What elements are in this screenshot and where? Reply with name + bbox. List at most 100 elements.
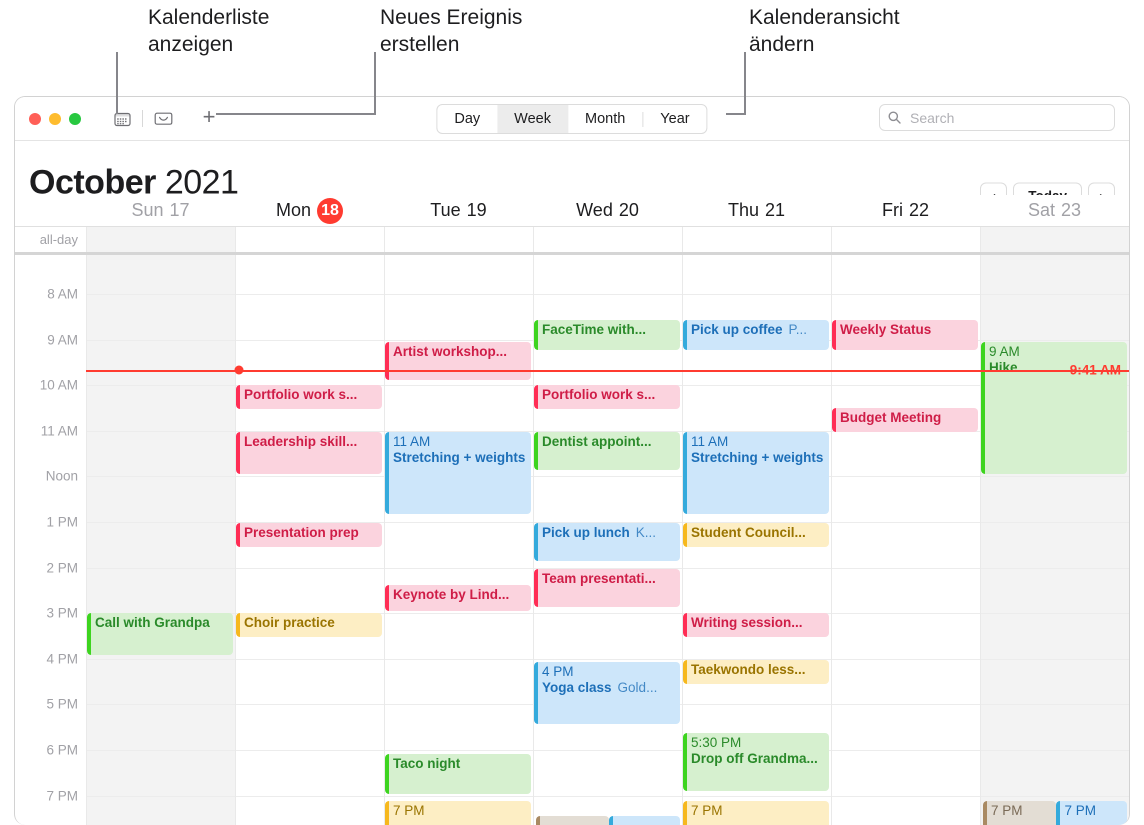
hour-label: 8 AM: [47, 286, 78, 302]
day-header-mon[interactable]: Mon 18: [235, 195, 384, 226]
tab-day[interactable]: Day: [437, 105, 497, 133]
time-grid[interactable]: 8 AM 9 AM 10 AM 11 AM Noon 1 PM 2 PM 3 PM 4 PM 5 …: [15, 255, 1129, 825]
all-day-cell-wed[interactable]: [533, 227, 682, 252]
hour-gridline: [385, 658, 533, 660]
calendar-event[interactable]: Call with Grandpa: [87, 613, 233, 655]
event-color-bar: [534, 569, 538, 607]
event-color-bar: [683, 523, 687, 547]
day-column-fri[interactable]: Weekly Status Budget Meeting: [831, 255, 980, 825]
calendar-event[interactable]: [536, 816, 609, 825]
calendar-event[interactable]: Pick up lunch K...: [534, 523, 680, 561]
day-header-weekday: Thu: [727, 200, 759, 220]
calendar-event[interactable]: Taco night: [385, 754, 531, 794]
day-header-sat[interactable]: Sat 23: [980, 195, 1129, 226]
calendar-event[interactable]: [609, 816, 680, 825]
day-header-sun[interactable]: Sun 17: [86, 195, 235, 226]
search-field[interactable]: [879, 104, 1115, 131]
calendar-event[interactable]: 11 AM Stretching + weights: [683, 432, 829, 514]
add-event-button[interactable]: +: [196, 106, 222, 132]
event-title: Dentist appoint...: [542, 434, 652, 449]
calendar-event[interactable]: Writing session...: [683, 613, 829, 637]
all-day-cell-mon[interactable]: [235, 227, 384, 252]
event-title: Student Council...: [691, 525, 806, 540]
hour-gridline: [981, 704, 1129, 706]
time-gutter: 8 AM 9 AM 10 AM 11 AM Noon 1 PM 2 PM 3 PM 4 PM 5 …: [15, 255, 86, 825]
tab-week[interactable]: Week: [497, 105, 568, 133]
hour-gridline: [832, 294, 980, 295]
inbox-icon[interactable]: [148, 106, 178, 132]
hour-label: 10 AM: [39, 377, 78, 393]
event-color-bar: [832, 408, 836, 432]
calendar-event[interactable]: Leadership skill...: [236, 432, 382, 474]
calendar-event[interactable]: Keynote by Lind...: [385, 585, 531, 611]
event-color-bar: [385, 432, 389, 514]
calendar-event[interactable]: 7 PM: [1056, 801, 1127, 825]
calendar-event[interactable]: Portfolio work s...: [534, 385, 680, 409]
event-title: Budget Meeting: [840, 410, 942, 425]
event-time: 11 AM: [393, 434, 431, 449]
tab-year[interactable]: Year: [643, 105, 706, 133]
calendar-event[interactable]: FaceTime with...: [534, 320, 680, 350]
day-column-sun[interactable]: Call with Grandpa: [86, 255, 235, 825]
calendar-event[interactable]: Pick up coffee P...: [683, 320, 829, 350]
calendar-event[interactable]: 7 PM: [385, 801, 531, 825]
calendar-event[interactable]: 5:30 PM Drop off Grandma...: [683, 733, 829, 791]
day-header-wed[interactable]: Wed 20: [533, 195, 682, 226]
close-button[interactable]: [29, 112, 41, 125]
calendar-event[interactable]: Taekwondo less...: [683, 660, 829, 684]
hour-gridline: [981, 339, 1129, 341]
calendar-event[interactable]: Budget Meeting: [832, 408, 978, 432]
hour-gridline: [236, 750, 384, 751]
calendar-icon[interactable]: [107, 106, 137, 132]
event-title: Writing session...: [691, 615, 803, 630]
hour-gridline: [385, 339, 533, 341]
day-header-tue[interactable]: Tue 19: [384, 195, 533, 226]
calendar-event[interactable]: Weekly Status: [832, 320, 978, 350]
calendar-event[interactable]: Choir practice: [236, 613, 382, 637]
minimize-button[interactable]: [49, 112, 61, 125]
day-header-weekday: Tue: [430, 200, 461, 220]
event-time: 9 AM: [989, 344, 1020, 359]
calendar-event[interactable]: 4 PM Yoga class Gold...: [534, 662, 680, 724]
calendar-event[interactable]: 7 PM: [683, 801, 829, 825]
tab-month[interactable]: Month: [568, 105, 642, 133]
day-column-mon[interactable]: Portfolio work s... Leadership skill... Pr…: [235, 255, 384, 825]
calendar-event[interactable]: Team presentati...: [534, 569, 680, 607]
calendar-event[interactable]: Artist workshop...: [385, 342, 531, 380]
calendar-event[interactable]: Student Council...: [683, 523, 829, 547]
event-title: Presentation prep: [244, 525, 359, 540]
day-header-fri[interactable]: Fri 22: [831, 195, 980, 226]
hour-gridline: [385, 750, 533, 751]
all-day-cell-thu[interactable]: [682, 227, 831, 252]
day-column-wed[interactable]: FaceTime with... Portfolio work s... Denti…: [533, 255, 682, 825]
day-column-tue[interactable]: Artist workshop... 11 AM Stretching + weig…: [384, 255, 533, 825]
hour-label: 3 PM: [46, 605, 78, 621]
event-color-bar: [981, 342, 985, 474]
event-time: 7 PM: [1064, 803, 1096, 818]
day-column-sat[interactable]: 9 AM Hike 7 PM 7 PM: [980, 255, 1129, 825]
calendar-event[interactable]: 11 AM Stretching + weights: [385, 432, 531, 514]
hour-gridline: [534, 750, 682, 751]
all-day-cell-sun[interactable]: [86, 227, 235, 252]
calendar-event[interactable]: Portfolio work s...: [236, 385, 382, 409]
search-input[interactable]: [908, 108, 1106, 127]
event-color-bar: [236, 385, 240, 409]
event-color-bar: [236, 432, 240, 474]
day-header-date: 19: [466, 200, 487, 220]
hour-gridline: [236, 339, 384, 341]
day-column-thu[interactable]: Pick up coffee P... 11 AM Stretching + weig…: [682, 255, 831, 825]
hour-gridline: [385, 613, 533, 615]
hour-gridline: [981, 613, 1129, 615]
hour-gridline: [385, 795, 533, 797]
day-header-thu[interactable]: Thu 21: [682, 195, 831, 226]
all-day-cell-sat[interactable]: [980, 227, 1129, 252]
calendar-event[interactable]: Presentation prep: [236, 523, 382, 547]
all-day-cell-tue[interactable]: [384, 227, 533, 252]
event-color-bar: [683, 660, 687, 684]
calendar-event[interactable]: 7 PM: [983, 801, 1056, 825]
hour-gridline: [981, 476, 1129, 478]
day-header-row: Sun 17 Mon 18 Tue 19 Wed 20 Thu 21 Fri 2…: [15, 195, 1129, 227]
all-day-cell-fri[interactable]: [831, 227, 980, 252]
calendar-event[interactable]: Dentist appoint...: [534, 432, 680, 470]
maximize-button[interactable]: [69, 112, 81, 125]
